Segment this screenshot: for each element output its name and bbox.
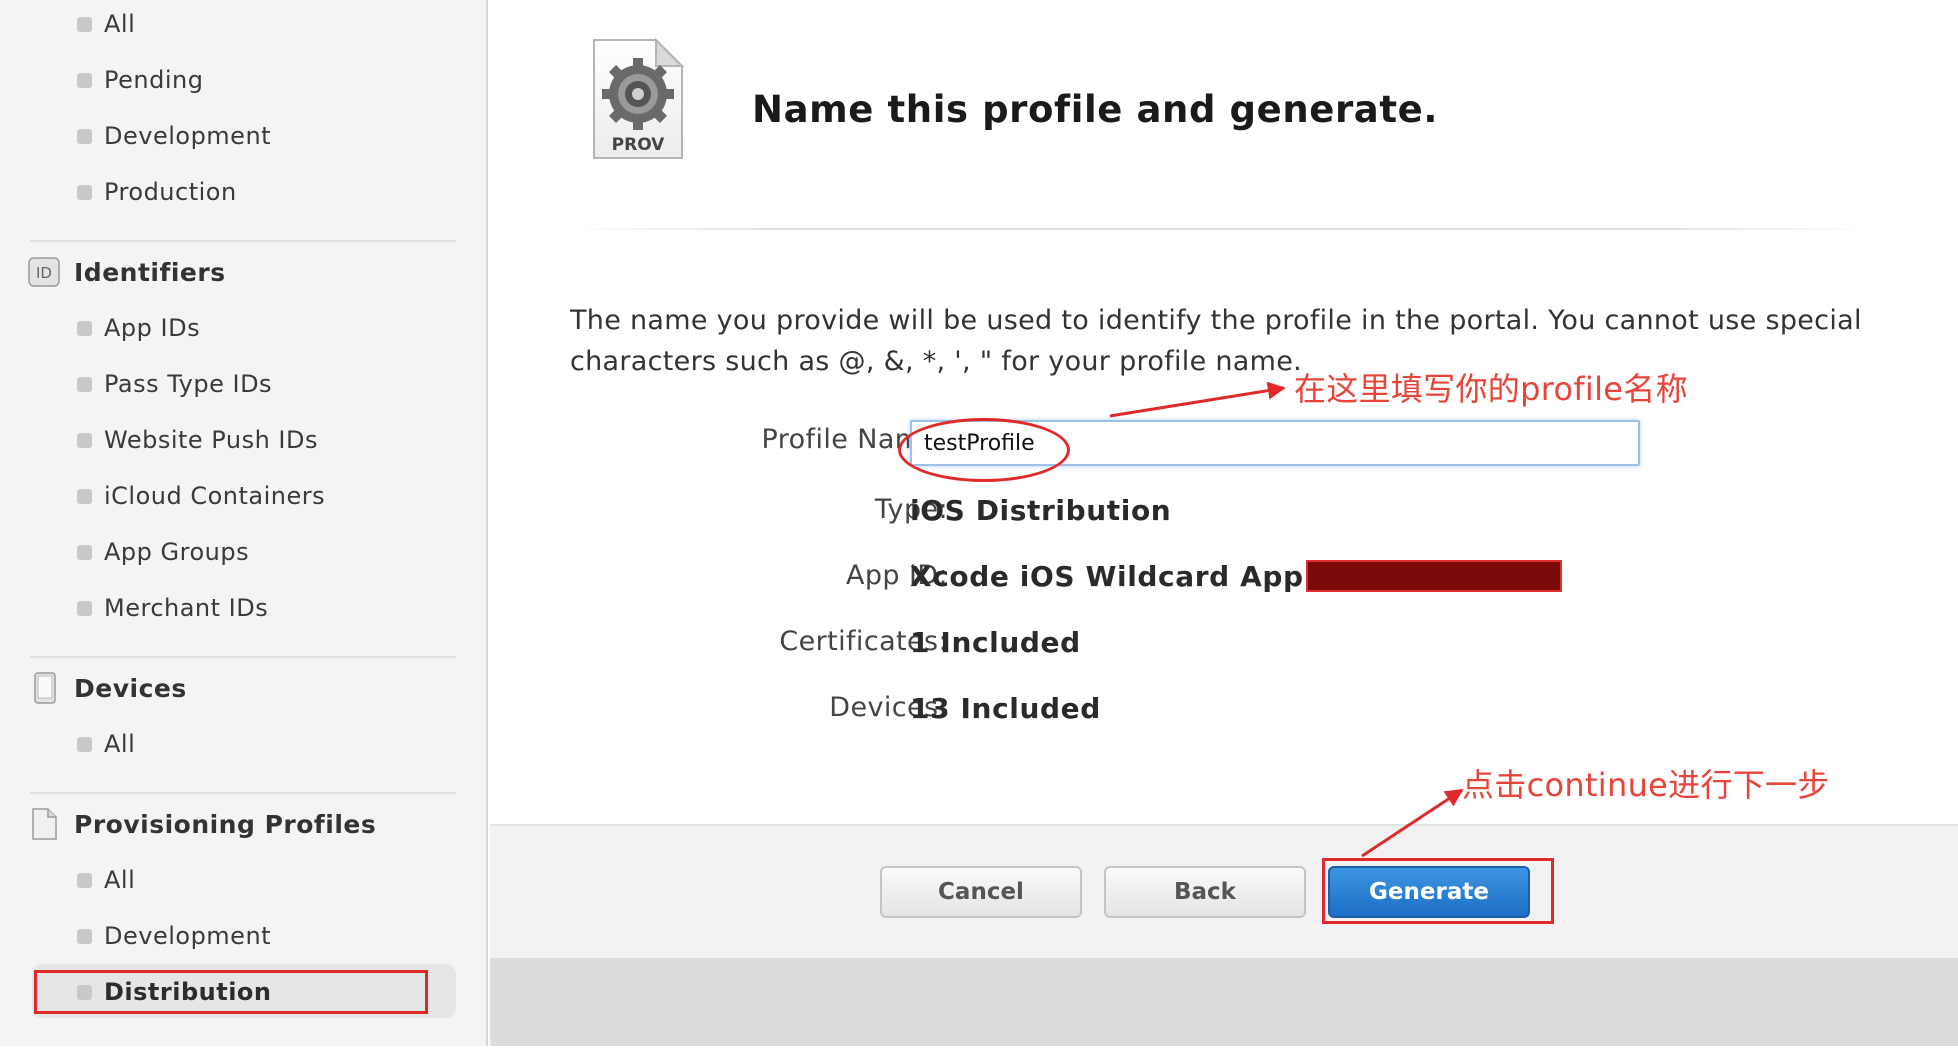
annotation-arrows — [1109, 381, 1464, 858]
annotation-continue-hint: 点击continue进行下一步 — [1462, 766, 1830, 804]
annotation-name-hint: 在这里填写你的profile名称 — [1294, 370, 1688, 408]
arrow-to-name-hint — [1109, 381, 1286, 418]
arrow-to-continue-hint — [1361, 788, 1464, 858]
